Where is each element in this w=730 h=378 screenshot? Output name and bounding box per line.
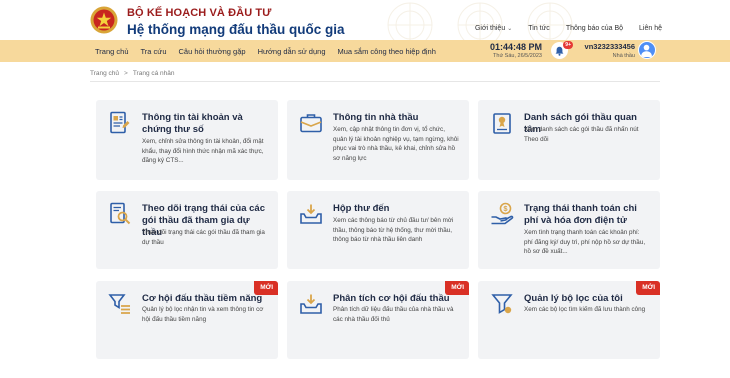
card-potential-opportunities[interactable]: MỚI Cơ hội đấu thầu tiềm năng Quản lý bộ…: [96, 281, 278, 359]
card-title: Trạng thái thanh toán chi phí và hóa đơn…: [524, 203, 637, 226]
nav-items: Trang chủ Tra cứu Câu hỏi thường gặp Hướ…: [95, 40, 436, 62]
avatar[interactable]: [638, 41, 656, 59]
inbox-icon: [300, 204, 322, 224]
card-description: Quản lý bộ lọc nhận tin và xem thông tin…: [142, 306, 264, 323]
top-links: Giới thiệu ⌄ Tin tức Thông báo của Bộ Liê…: [475, 25, 662, 32]
card-title: Cơ hội đấu thầu tiềm năng: [142, 293, 263, 304]
card-opportunity-analysis[interactable]: MỚI Phân tích cơ hội đấu thầu Phân tích …: [287, 281, 469, 359]
user-role: Nhà thầu: [612, 53, 635, 59]
nav-item-user-guide[interactable]: Hướng dẫn sử dụng: [258, 47, 326, 56]
card-inbox[interactable]: Hộp thư đến Xem các thông báo từ chủ đầu…: [287, 191, 469, 269]
card-account-certificate[interactable]: Thông tin tài khoản và chứng thư số Xem,…: [96, 100, 278, 180]
top-header: BỘ KẾ HOẠCH VÀ ĐẦU TƯ Hệ thống mạng đấu …: [0, 0, 730, 40]
notification-button[interactable]: 9+: [551, 41, 573, 59]
analysis-inbox-icon: [300, 294, 322, 314]
main-nav: Trang chủ Tra cứu Câu hỏi thường gặp Hướ…: [0, 40, 730, 62]
account-document-icon: [110, 111, 130, 134]
chevron-down-icon: ⌄: [507, 26, 513, 32]
user-avatar-icon: [641, 44, 652, 57]
document-search-icon: [110, 202, 131, 225]
divider: [90, 81, 660, 82]
breadcrumb-home[interactable]: Trang chủ: [90, 70, 119, 77]
header-background-pattern: [387, 2, 573, 40]
breadcrumb: Trang chủ > Trang cá nhân: [90, 70, 175, 77]
clock: 01:44:48 PM Thứ Sáu, 26/5/2023: [480, 42, 542, 60]
card-description: Xem các bộ lọc tìm kiếm đã lưu thành côn…: [524, 306, 646, 313]
card-bid-status[interactable]: Theo dõi trạng thái của các gói thầu đã …: [96, 191, 278, 269]
card-description: Xem các thông báo từ chủ đầu tư/ bên mời…: [333, 217, 454, 243]
nav-item-lookup[interactable]: Tra cứu: [141, 47, 167, 56]
top-link-contact[interactable]: Liên hệ: [639, 25, 662, 32]
clock-time: 01:44:48 PM: [489, 42, 542, 52]
nav-item-public-procurement[interactable]: Mua sắm công theo hiệp định: [338, 47, 436, 56]
national-emblem-logo[interactable]: [90, 6, 118, 34]
briefcase-icon: [300, 114, 322, 133]
user-info[interactable]: vn3232333456 Nhà thầu: [583, 42, 635, 60]
breadcrumb-current: Trang cá nhân: [132, 70, 175, 77]
card-title: Thông tin nhà thầu: [333, 112, 419, 123]
nav-item-home[interactable]: Trang chủ: [95, 47, 129, 56]
card-description: Phân tích dữ liệu đấu thầu của nhà thầu …: [333, 306, 454, 323]
card-description: Xem, chỉnh sửa thông tin tài khoản, đổi …: [142, 138, 264, 164]
card-description: Xem tình trạng thanh toán các khoản phí:…: [524, 229, 646, 255]
card-description: Theo dõi trạng thái các gói thầu đã tham…: [142, 229, 265, 246]
package-list-icon: [493, 113, 511, 134]
card-title: Hộp thư đến: [333, 203, 390, 214]
card-contractor-info[interactable]: Thông tin nhà thầu Xem, cập nhật thông t…: [287, 100, 469, 180]
card-title: Phân tích cơ hội đấu thầu: [333, 293, 450, 304]
card-title: Quản lý bộ lọc của tôi: [524, 293, 623, 304]
breadcrumb-separator: >: [124, 70, 128, 77]
card-description: Xem, cập nhật thông tin đơn vị, tổ chức,…: [333, 126, 459, 162]
card-description: Xem danh sách các gói thầu đã nhấn nút T…: [524, 126, 639, 143]
brand-block[interactable]: BỘ KẾ HOẠCH VÀ ĐẦU TƯ Hệ thống mạng đấu …: [127, 7, 345, 38]
nav-item-faq[interactable]: Câu hỏi thường gặp: [179, 47, 246, 56]
ministry-name: BỘ KẾ HOẠCH VÀ ĐẦU TƯ: [127, 7, 272, 19]
card-title: Thông tin tài khoản và chứng thư số: [142, 112, 243, 135]
top-link-news[interactable]: Tin tức: [528, 25, 550, 32]
clock-date: Thứ Sáu, 26/5/2023: [493, 53, 542, 59]
top-link-about-label: Giới thiệu: [474, 25, 506, 32]
top-link-ministry-notices[interactable]: Thông báo của Bộ: [566, 25, 623, 32]
card-my-filters[interactable]: MỚI Quản lý bộ lọc của tôi Xem các bộ lọ…: [478, 281, 660, 359]
svg-text:$: $: [503, 204, 508, 213]
notification-badge: 9+: [563, 41, 573, 49]
top-link-about[interactable]: Giới thiệu ⌄: [475, 25, 512, 32]
card-watched-packages[interactable]: Danh sách gói thầu quan tâm Xem danh sác…: [478, 100, 660, 180]
funnel-list-icon: [108, 294, 130, 314]
username: vn3232333456: [584, 42, 635, 51]
filter-manage-icon: [491, 294, 513, 314]
system-name: Hệ thống mạng đấu thầu quốc gia: [127, 22, 345, 37]
payment-hand-icon: $: [491, 202, 514, 225]
card-payment-status[interactable]: $ Trạng thái thanh toán chi phí và hóa đ…: [478, 191, 660, 269]
